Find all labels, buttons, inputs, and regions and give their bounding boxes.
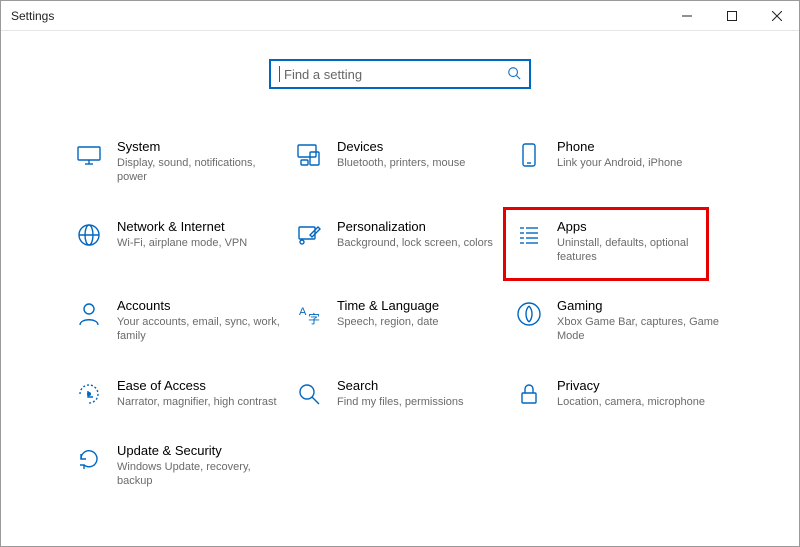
tile-network[interactable]: Network & Internet Wi-Fi, airplane mode,…: [75, 219, 285, 265]
svg-text:A: A: [299, 306, 307, 318]
gaming-icon: [515, 300, 543, 328]
tile-title: Phone: [557, 139, 725, 154]
search-icon: [507, 66, 521, 83]
tile-phone[interactable]: Phone Link your Android, iPhone: [515, 139, 725, 185]
window-controls: [664, 1, 799, 30]
tile-ease-of-access[interactable]: Ease of Access Narrator, magnifier, high…: [75, 378, 285, 409]
settings-home: System Display, sound, notifications, po…: [1, 31, 799, 489]
tile-time-language[interactable]: A字 Time & Language Speech, region, date: [295, 298, 505, 344]
ease-icon: [75, 380, 103, 408]
tile-privacy[interactable]: Privacy Location, camera, microphone: [515, 378, 725, 409]
tile-desc: Xbox Game Bar, captures, Game Mode: [557, 315, 725, 344]
tile-title: Devices: [337, 139, 505, 154]
window-title: Settings: [1, 9, 54, 23]
magnifier-icon: [295, 380, 323, 408]
tile-desc: Wi-Fi, airplane mode, VPN: [117, 236, 285, 250]
tile-apps[interactable]: Apps Uninstall, defaults, optional featu…: [515, 219, 725, 265]
close-button[interactable]: [754, 1, 799, 30]
paint-icon: [295, 221, 323, 249]
tile-title: Privacy: [557, 378, 725, 393]
maximize-button[interactable]: [709, 1, 754, 30]
phone-icon: [515, 141, 543, 169]
tile-desc: Windows Update, recovery, backup: [117, 460, 285, 489]
tile-desc: Find my files, permissions: [337, 395, 505, 409]
settings-grid: System Display, sound, notifications, po…: [1, 139, 799, 489]
text-caret: [279, 66, 280, 82]
tile-devices[interactable]: Devices Bluetooth, printers, mouse: [295, 139, 505, 185]
tile-desc: Link your Android, iPhone: [557, 156, 725, 170]
update-icon: [75, 445, 103, 473]
search-box[interactable]: [269, 59, 531, 89]
tile-personalization[interactable]: Personalization Background, lock screen,…: [295, 219, 505, 265]
lock-icon: [515, 380, 543, 408]
tile-title: Time & Language: [337, 298, 505, 313]
devices-icon: [295, 141, 323, 169]
tile-desc: Your accounts, email, sync, work, family: [117, 315, 285, 344]
tile-gaming[interactable]: Gaming Xbox Game Bar, captures, Game Mod…: [515, 298, 725, 344]
tile-update-security[interactable]: Update & Security Windows Update, recove…: [75, 443, 285, 489]
display-icon: [75, 141, 103, 169]
window-titlebar: Settings: [1, 1, 799, 31]
tile-desc: Bluetooth, printers, mouse: [337, 156, 505, 170]
tile-title: Apps: [557, 219, 725, 234]
svg-text:字: 字: [308, 311, 320, 326]
tile-desc: Narrator, magnifier, high contrast: [117, 395, 285, 409]
search-wrap: [1, 59, 799, 89]
person-icon: [75, 300, 103, 328]
tile-title: Personalization: [337, 219, 505, 234]
minimize-button[interactable]: [664, 1, 709, 30]
tile-desc: Background, lock screen, colors: [337, 236, 505, 250]
tile-title: Search: [337, 378, 505, 393]
apps-icon: [515, 221, 543, 249]
tile-desc: Uninstall, defaults, optional features: [557, 236, 725, 265]
tile-desc: Location, camera, microphone: [557, 395, 725, 409]
tile-title: Gaming: [557, 298, 725, 313]
tile-title: Update & Security: [117, 443, 285, 458]
tile-title: Ease of Access: [117, 378, 285, 393]
tile-system[interactable]: System Display, sound, notifications, po…: [75, 139, 285, 185]
tile-title: System: [117, 139, 285, 154]
tile-search[interactable]: Search Find my files, permissions: [295, 378, 505, 409]
tile-title: Accounts: [117, 298, 285, 313]
globe-icon: [75, 221, 103, 249]
tile-accounts[interactable]: Accounts Your accounts, email, sync, wor…: [75, 298, 285, 344]
language-icon: A字: [295, 300, 323, 328]
tile-desc: Display, sound, notifications, power: [117, 156, 285, 185]
tile-desc: Speech, region, date: [337, 315, 505, 329]
search-input[interactable]: [282, 66, 507, 83]
tile-title: Network & Internet: [117, 219, 285, 234]
